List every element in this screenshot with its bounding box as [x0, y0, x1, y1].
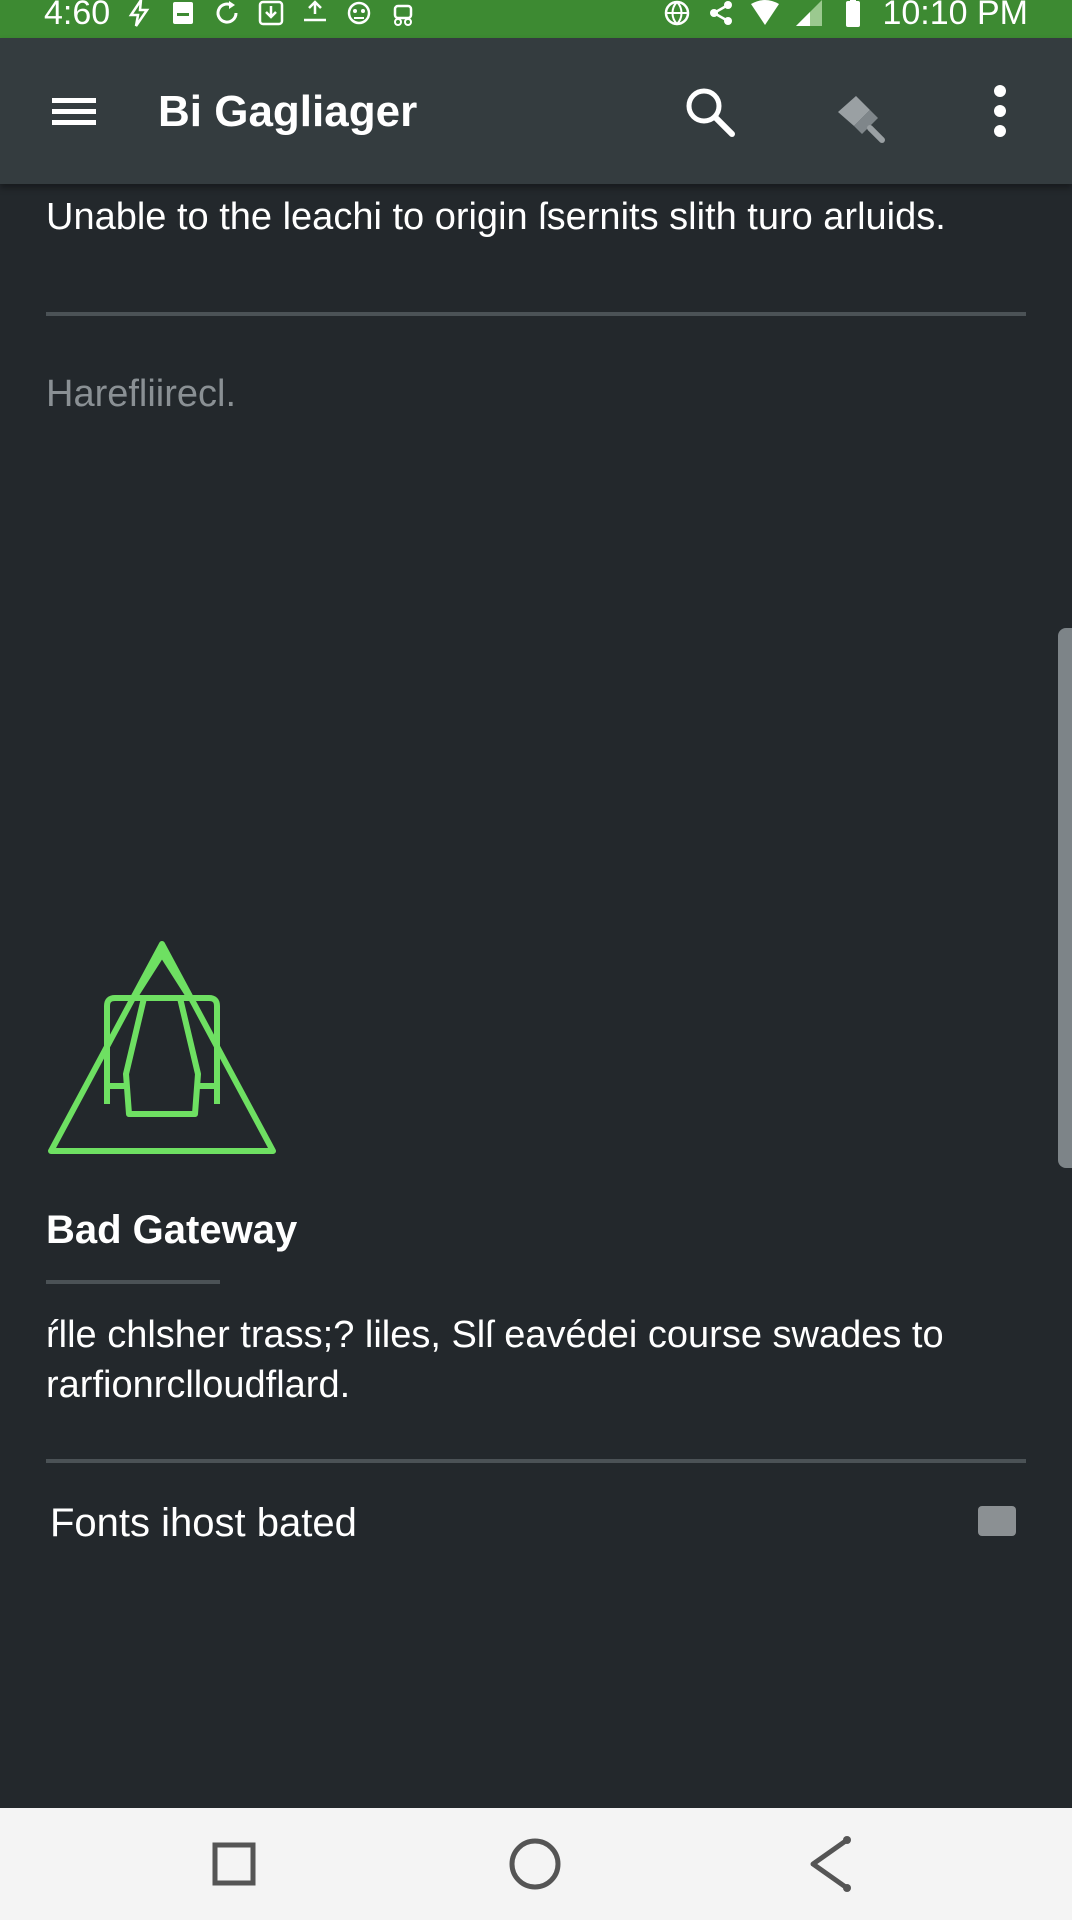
app-title: Bi Gagliager	[158, 87, 418, 136]
error-body: ŕlle chlsher trass;? liles, Slſ eavédei …	[46, 1314, 944, 1406]
error-title: Bad Gateway	[46, 1208, 298, 1252]
game-controller-icon	[344, 0, 374, 28]
option-checkbox[interactable]	[978, 1506, 1016, 1536]
option-label: Fonts ihost bated	[50, 1501, 357, 1545]
title-underline	[46, 1280, 220, 1284]
sync-icon	[212, 0, 242, 28]
brush-icon[interactable]	[828, 84, 892, 148]
status-time-right: 10:10 PM	[882, 0, 1028, 32]
android-robot-icon	[388, 0, 418, 28]
home-icon[interactable]	[501, 1830, 569, 1898]
divider	[46, 1459, 1026, 1463]
nav-bar	[0, 1808, 1072, 1920]
back-share-icon[interactable]	[799, 1830, 867, 1898]
sim-card-icon	[168, 0, 198, 28]
app-bar: Bi Gagliager	[0, 38, 1072, 184]
scrollbar[interactable]	[1058, 628, 1072, 1168]
flash-icon	[124, 0, 154, 28]
status-time-left: 4:60	[44, 0, 111, 32]
option-row[interactable]: Fonts ihost bated	[46, 1490, 1026, 1556]
cellular-signal-icon	[794, 0, 824, 28]
divider	[46, 312, 1026, 316]
globe-icon	[662, 0, 692, 28]
download-icon	[256, 0, 286, 28]
upload-icon	[300, 0, 330, 28]
battery-icon	[838, 0, 868, 28]
screen: 4:60 10:10 PM Bi Gagliager Unable to the…	[0, 0, 1072, 1920]
share-icon	[706, 0, 736, 28]
hamburger-menu-icon[interactable]	[40, 82, 108, 140]
wifi-icon	[750, 0, 780, 28]
status-bar-right: 10:10 PM	[662, 0, 1028, 30]
warning-triangle-icon	[44, 936, 280, 1158]
status-bar-left: 4:60	[44, 0, 418, 30]
muted-label: Harefliirecl.	[46, 373, 237, 415]
recents-icon[interactable]	[200, 1830, 268, 1898]
top-message: Unable to the leachi to origin ſsernits …	[46, 196, 946, 238]
more-vert-icon[interactable]	[974, 78, 1026, 144]
status-bar: 4:60 10:10 PM	[0, 0, 1072, 38]
search-icon[interactable]	[678, 80, 742, 144]
